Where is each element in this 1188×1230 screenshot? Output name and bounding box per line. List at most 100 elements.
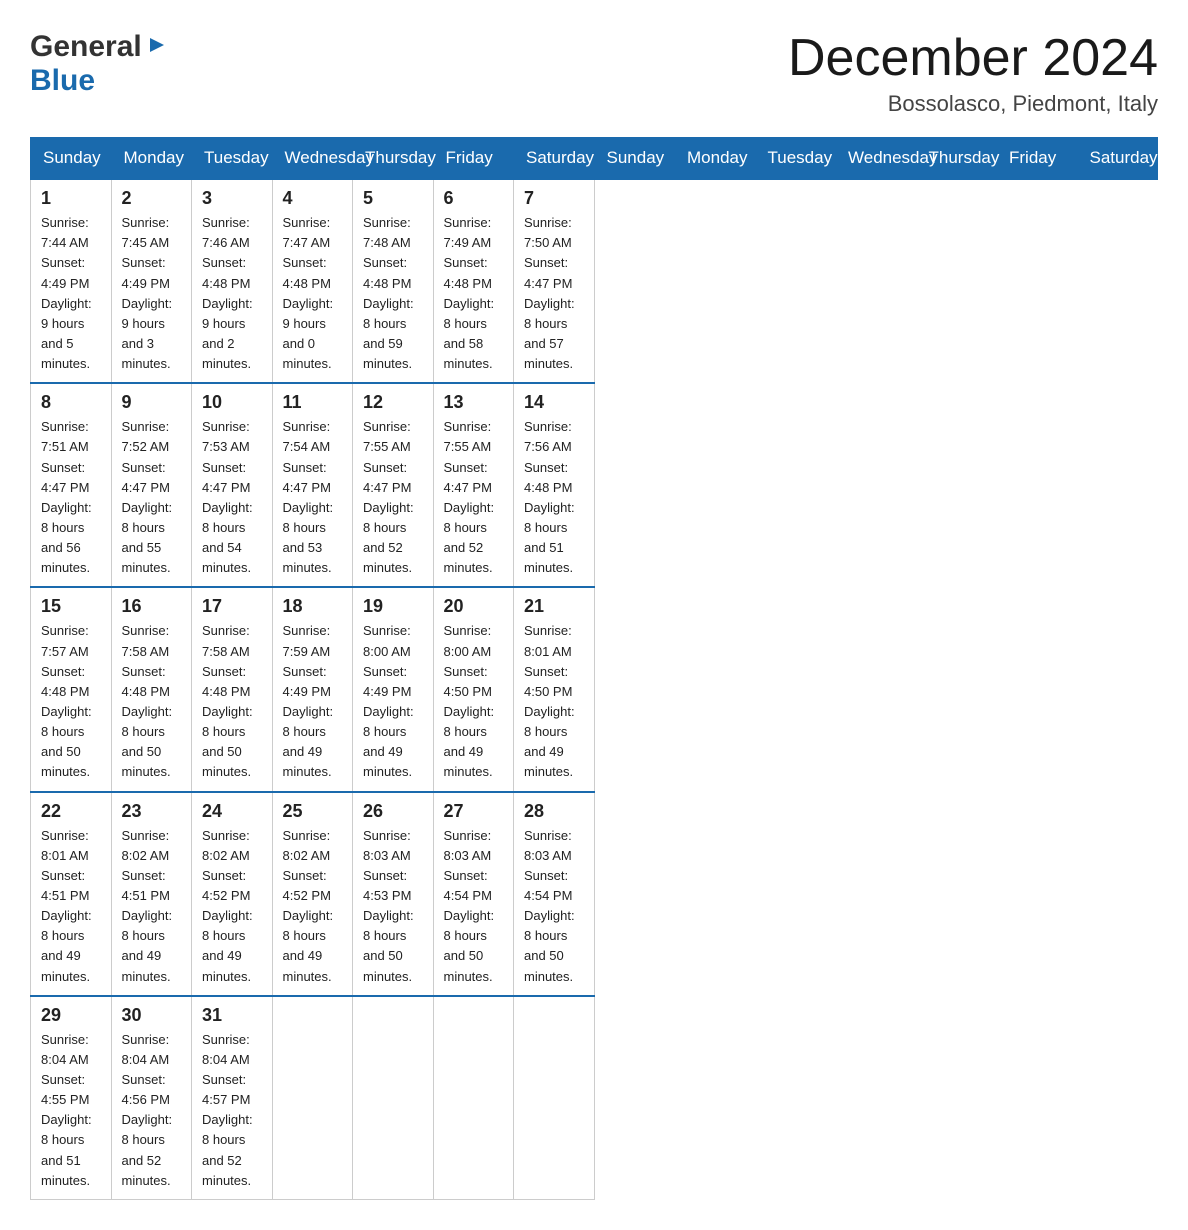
calendar-cell: 30Sunrise: 8:04 AMSunset: 4:56 PMDayligh… xyxy=(111,996,192,1200)
day-number: 10 xyxy=(202,392,262,413)
day-info: Sunrise: 7:55 AMSunset: 4:47 PMDaylight:… xyxy=(444,419,495,575)
header-monday: Monday xyxy=(111,138,192,180)
calendar-table: SundayMondayTuesdayWednesdayThursdayFrid… xyxy=(30,137,1158,1200)
day-info: Sunrise: 7:49 AMSunset: 4:48 PMDaylight:… xyxy=(444,215,495,371)
day-number: 18 xyxy=(283,596,343,617)
day-number: 6 xyxy=(444,188,504,209)
header-saturday: Saturday xyxy=(514,138,595,180)
day-info: Sunrise: 7:58 AMSunset: 4:48 PMDaylight:… xyxy=(202,623,253,779)
day-number: 13 xyxy=(444,392,504,413)
day-number: 4 xyxy=(283,188,343,209)
calendar-cell: 17 Sunrise: 7:58 AMSunset: 4:48 PMDayligh… xyxy=(192,587,273,791)
calendar-cell: 14 Sunrise: 7:56 AMSunset: 4:48 PMDayligh… xyxy=(514,383,595,587)
day-info: Sunrise: 7:57 AMSunset: 4:48 PMDaylight:… xyxy=(41,623,92,779)
day-number: 2 xyxy=(122,188,182,209)
day-number: 8 xyxy=(41,392,101,413)
day-info: Sunrise: 7:48 AMSunset: 4:48 PMDaylight:… xyxy=(363,215,414,371)
calendar-cell: 24Sunrise: 8:02 AMSunset: 4:52 PMDayligh… xyxy=(192,792,273,996)
calendar-cell: 2Sunrise: 7:45 AMSunset: 4:49 PMDaylight… xyxy=(111,179,192,383)
calendar-cell: 29 Sunrise: 8:04 AMSunset: 4:55 PMDayligh… xyxy=(31,996,112,1200)
page-header: General Blue December 2024 Bossolasco, P… xyxy=(30,30,1158,117)
calendar-cell xyxy=(272,996,353,1200)
calendar-cell: 15 Sunrise: 7:57 AMSunset: 4:48 PMDayligh… xyxy=(31,587,112,791)
calendar-cell: 25Sunrise: 8:02 AMSunset: 4:52 PMDayligh… xyxy=(272,792,353,996)
calendar-cell: 13 Sunrise: 7:55 AMSunset: 4:47 PMDayligh… xyxy=(433,383,514,587)
calendar-cell: 11 Sunrise: 7:54 AMSunset: 4:47 PMDayligh… xyxy=(272,383,353,587)
day-info: Sunrise: 7:51 AMSunset: 4:47 PMDaylight:… xyxy=(41,419,92,575)
day-info: Sunrise: 7:59 AMSunset: 4:49 PMDaylight:… xyxy=(283,623,334,779)
day-number: 23 xyxy=(122,801,182,822)
day-info: Sunrise: 8:04 AMSunset: 4:56 PMDaylight:… xyxy=(122,1032,173,1188)
day-info: Sunrise: 8:04 AMSunset: 4:55 PMDaylight:… xyxy=(41,1032,92,1188)
calendar-cell: 22 Sunrise: 8:01 AMSunset: 4:51 PMDayligh… xyxy=(31,792,112,996)
day-number: 17 xyxy=(202,596,262,617)
calendar-cell: 10 Sunrise: 7:53 AMSunset: 4:47 PMDayligh… xyxy=(192,383,273,587)
logo-general-text: General xyxy=(30,30,142,64)
day-number: 21 xyxy=(524,596,584,617)
logo: General Blue xyxy=(30,30,168,98)
calendar-cell: 16 Sunrise: 7:58 AMSunset: 4:48 PMDayligh… xyxy=(111,587,192,791)
day-info: Sunrise: 8:03 AMSunset: 4:54 PMDaylight:… xyxy=(524,828,575,984)
calendar-cell: 12Sunrise: 7:55 AMSunset: 4:47 PMDayligh… xyxy=(353,383,434,587)
day-info: Sunrise: 7:50 AMSunset: 4:47 PMDaylight:… xyxy=(524,215,575,371)
day-info: Sunrise: 7:52 AMSunset: 4:47 PMDaylight:… xyxy=(122,419,173,575)
weekday-header-sunday: Sunday xyxy=(594,138,675,180)
calendar-cell: 9Sunrise: 7:52 AMSunset: 4:47 PMDaylight… xyxy=(111,383,192,587)
day-info: Sunrise: 7:58 AMSunset: 4:48 PMDaylight:… xyxy=(122,623,173,779)
day-info: Sunrise: 8:01 AMSunset: 4:51 PMDaylight:… xyxy=(41,828,92,984)
day-number: 16 xyxy=(122,596,182,617)
day-number: 29 xyxy=(41,1005,101,1026)
header-thursday: Thursday xyxy=(353,138,434,180)
day-number: 14 xyxy=(524,392,584,413)
day-info: Sunrise: 8:00 AMSunset: 4:49 PMDaylight:… xyxy=(363,623,414,779)
day-info: Sunrise: 7:53 AMSunset: 4:47 PMDaylight:… xyxy=(202,419,253,575)
day-number: 19 xyxy=(363,596,423,617)
day-number: 27 xyxy=(444,801,504,822)
calendar-week-row: 22 Sunrise: 8:01 AMSunset: 4:51 PMDayligh… xyxy=(31,792,1158,996)
day-info: Sunrise: 8:02 AMSunset: 4:52 PMDaylight:… xyxy=(202,828,253,984)
day-info: Sunrise: 8:03 AMSunset: 4:54 PMDaylight:… xyxy=(444,828,495,984)
day-info: Sunrise: 7:55 AMSunset: 4:47 PMDaylight:… xyxy=(363,419,414,575)
day-number: 22 xyxy=(41,801,101,822)
calendar-cell xyxy=(433,996,514,1200)
weekday-header-wednesday: Wednesday xyxy=(836,138,917,180)
calendar-header-row: SundayMondayTuesdayWednesdayThursdayFrid… xyxy=(31,138,1158,180)
day-info: Sunrise: 8:04 AMSunset: 4:57 PMDaylight:… xyxy=(202,1032,253,1188)
calendar-cell: 8 Sunrise: 7:51 AMSunset: 4:47 PMDaylight… xyxy=(31,383,112,587)
header-tuesday: Tuesday xyxy=(192,138,273,180)
calendar-week-row: 8 Sunrise: 7:51 AMSunset: 4:47 PMDaylight… xyxy=(31,383,1158,587)
day-info: Sunrise: 7:56 AMSunset: 4:48 PMDaylight:… xyxy=(524,419,575,575)
weekday-header-saturday: Saturday xyxy=(1077,138,1158,180)
day-info: Sunrise: 7:47 AMSunset: 4:48 PMDaylight:… xyxy=(283,215,334,371)
day-number: 26 xyxy=(363,801,423,822)
header-wednesday: Wednesday xyxy=(272,138,353,180)
calendar-week-row: 29 Sunrise: 8:04 AMSunset: 4:55 PMDayligh… xyxy=(31,996,1158,1200)
calendar-cell: 1Sunrise: 7:44 AMSunset: 4:49 PMDaylight… xyxy=(31,179,112,383)
month-title: December 2024 xyxy=(788,30,1158,87)
day-number: 11 xyxy=(283,392,343,413)
calendar-cell: 20Sunrise: 8:00 AMSunset: 4:50 PMDayligh… xyxy=(433,587,514,791)
day-number: 28 xyxy=(524,801,584,822)
calendar-cell: 3 Sunrise: 7:46 AMSunset: 4:48 PMDaylight… xyxy=(192,179,273,383)
day-number: 31 xyxy=(202,1005,262,1026)
day-number: 7 xyxy=(524,188,584,209)
day-number: 15 xyxy=(41,596,101,617)
weekday-header-monday: Monday xyxy=(675,138,756,180)
day-info: Sunrise: 7:54 AMSunset: 4:47 PMDaylight:… xyxy=(283,419,334,575)
calendar-cell: 7 Sunrise: 7:50 AMSunset: 4:47 PMDaylight… xyxy=(514,179,595,383)
day-number: 5 xyxy=(363,188,423,209)
calendar-cell xyxy=(353,996,434,1200)
header-friday: Friday xyxy=(433,138,514,180)
calendar-cell: 4 Sunrise: 7:47 AMSunset: 4:48 PMDaylight… xyxy=(272,179,353,383)
day-number: 25 xyxy=(283,801,343,822)
day-info: Sunrise: 7:46 AMSunset: 4:48 PMDaylight:… xyxy=(202,215,253,371)
title-section: December 2024 Bossolasco, Piedmont, Ital… xyxy=(788,30,1158,117)
header-sunday: Sunday xyxy=(31,138,112,180)
day-number: 3 xyxy=(202,188,262,209)
calendar-cell: 5 Sunrise: 7:48 AMSunset: 4:48 PMDaylight… xyxy=(353,179,434,383)
day-info: Sunrise: 8:03 AMSunset: 4:53 PMDaylight:… xyxy=(363,828,414,984)
logo-triangle-icon xyxy=(146,34,168,56)
weekday-header-friday: Friday xyxy=(997,138,1078,180)
calendar-cell: 28 Sunrise: 8:03 AMSunset: 4:54 PMDayligh… xyxy=(514,792,595,996)
calendar-cell: 21Sunrise: 8:01 AMSunset: 4:50 PMDayligh… xyxy=(514,587,595,791)
